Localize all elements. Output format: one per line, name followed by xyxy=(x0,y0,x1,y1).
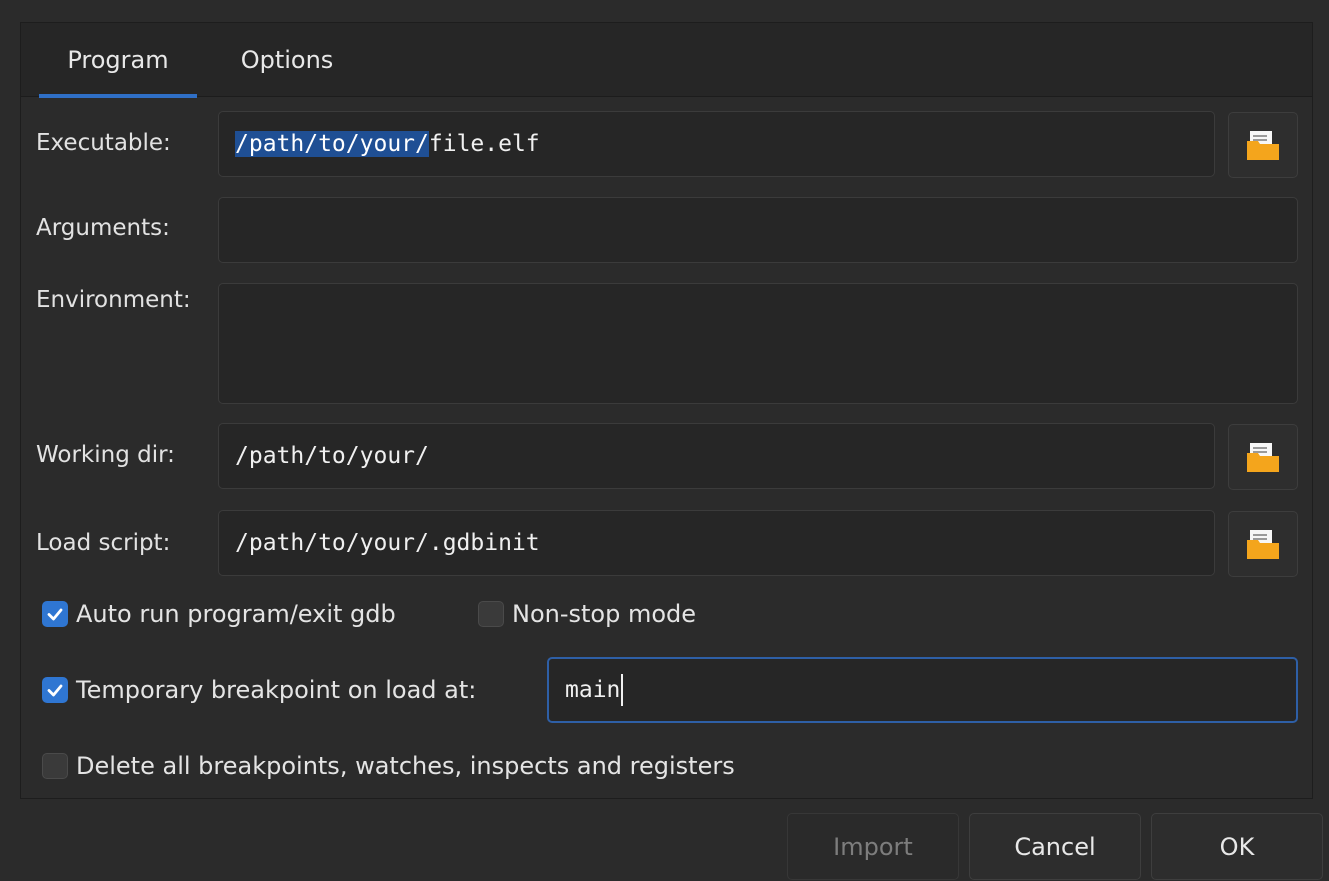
auto-run-label: Auto run program/exit gdb xyxy=(76,600,396,628)
working-dir-value: /path/to/your/ xyxy=(235,443,429,469)
executable-selected-text: /path/to/your/ xyxy=(235,131,429,157)
arguments-label: Arguments: xyxy=(36,215,170,241)
folder-icon xyxy=(1247,530,1279,559)
checkbox-checked xyxy=(42,601,68,627)
environment-label: Environment: xyxy=(36,287,191,313)
tab-bar: Program Options xyxy=(21,23,1312,98)
executable-label: Executable: xyxy=(36,130,171,156)
temp-breakpoint-label: Temporary breakpoint on load at: xyxy=(76,676,477,704)
arguments-input[interactable] xyxy=(218,197,1298,263)
checkbox-unchecked xyxy=(478,601,504,627)
executable-input[interactable]: /path/to/your/file.elf xyxy=(218,111,1215,177)
ok-button[interactable]: OK xyxy=(1151,813,1323,880)
folder-icon xyxy=(1247,443,1279,472)
working-dir-label: Working dir: xyxy=(36,442,175,468)
text-caret xyxy=(621,674,624,706)
checkbox-checked xyxy=(42,677,68,703)
executable-browse-button[interactable] xyxy=(1228,112,1298,178)
non-stop-checkbox[interactable]: Non-stop mode xyxy=(478,600,696,628)
environment-textarea[interactable] xyxy=(218,283,1298,404)
temp-breakpoint-value: main xyxy=(565,677,621,703)
checkbox-unchecked xyxy=(42,753,68,779)
working-dir-browse-button[interactable] xyxy=(1228,424,1298,490)
temp-breakpoint-checkbox[interactable]: Temporary breakpoint on load at: xyxy=(42,676,476,704)
executable-rest-text: file.elf xyxy=(428,131,540,157)
load-script-browse-button[interactable] xyxy=(1228,511,1298,577)
checkmark-icon xyxy=(47,684,63,697)
tab-options[interactable]: Options xyxy=(217,23,357,97)
auto-run-checkbox[interactable]: Auto run program/exit gdb xyxy=(42,600,396,628)
tab-program[interactable]: Program xyxy=(39,23,197,98)
load-script-input[interactable]: /path/to/your/.gdbinit xyxy=(218,510,1215,576)
load-script-value: /path/to/your/.gdbinit xyxy=(235,530,540,556)
working-dir-input[interactable]: /path/to/your/ xyxy=(218,423,1215,489)
load-script-label: Load script: xyxy=(36,530,171,556)
delete-all-label: Delete all breakpoints, watches, inspect… xyxy=(76,752,735,780)
cancel-button[interactable]: Cancel xyxy=(969,813,1141,880)
non-stop-label: Non-stop mode xyxy=(512,600,697,628)
delete-all-checkbox[interactable]: Delete all breakpoints, watches, inspect… xyxy=(42,752,735,780)
temp-breakpoint-input[interactable]: main xyxy=(547,657,1298,723)
import-button[interactable]: Import xyxy=(787,813,959,880)
checkmark-icon xyxy=(47,608,63,621)
folder-icon xyxy=(1247,131,1279,160)
